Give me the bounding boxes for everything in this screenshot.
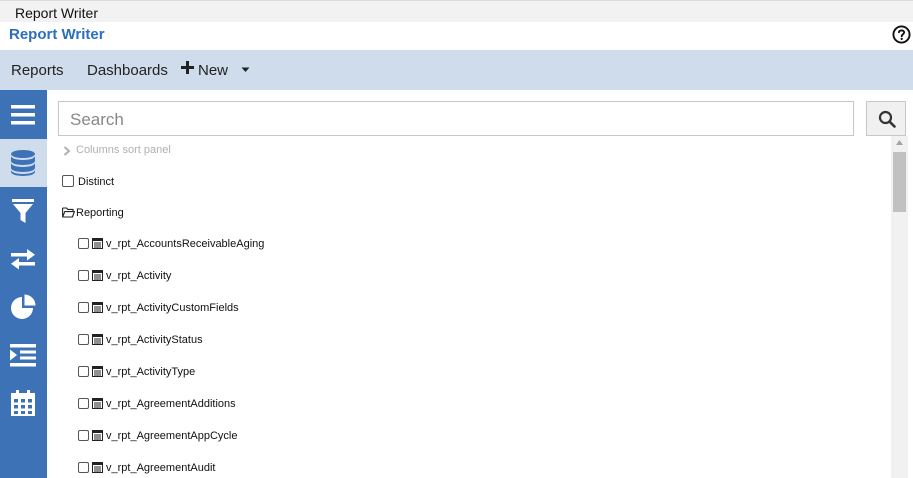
reporting-folder-label: Reporting — [76, 207, 124, 219]
search-input[interactable]: Search — [58, 101, 854, 136]
table-list-item[interactable]: v_rpt_AgreementAudit — [78, 460, 858, 476]
database-icon — [11, 150, 35, 176]
table-list-item[interactable]: v_rpt_AgreementAppCycle — [78, 428, 858, 444]
plus-icon — [181, 61, 194, 74]
folder-open-icon — [62, 207, 75, 218]
table-icon — [92, 366, 103, 377]
swap-arrows-icon — [11, 249, 35, 270]
distinct-checkbox[interactable] — [62, 175, 74, 187]
table-icon — [92, 302, 103, 313]
sidebar-joins-button[interactable] — [0, 235, 47, 283]
search-button[interactable] — [866, 101, 906, 136]
table-icon — [92, 430, 103, 441]
table-name: v_rpt_AccountsReceivableAging — [106, 238, 265, 250]
caret-down-icon[interactable] — [241, 65, 250, 74]
new-button-label: New — [198, 62, 229, 79]
table-icon — [92, 462, 103, 473]
table-checkbox[interactable] — [78, 334, 89, 345]
table-icon — [92, 334, 103, 345]
search-icon — [878, 110, 896, 128]
app-title: Report Writer — [9, 26, 105, 43]
filter-icon — [12, 199, 34, 223]
sidebar-data-sources-button[interactable] — [0, 139, 47, 187]
sidebar-filters-button[interactable] — [0, 187, 47, 235]
sidebar-schedule-button[interactable] — [0, 379, 47, 427]
window-title: Report Writer — [15, 5, 98, 21]
table-icon — [92, 238, 103, 249]
hamburger-menu-icon — [11, 105, 35, 125]
distinct-label: Distinct — [78, 176, 115, 188]
data-sources-panel: Search Columns sort panel Distinct Repor… — [47, 90, 913, 478]
table-name: v_rpt_ActivityCustomFields — [106, 302, 239, 314]
table-name: v_rpt_ActivityStatus — [106, 334, 203, 346]
table-checkbox[interactable] — [78, 366, 89, 377]
table-list-item[interactable]: v_rpt_Activity — [78, 268, 858, 284]
table-list-item[interactable]: v_rpt_AgreementAdditions — [78, 396, 858, 412]
table-checkbox[interactable] — [78, 302, 89, 313]
table-list-item[interactable]: v_rpt_ActivityStatus — [78, 332, 858, 348]
table-checkbox[interactable] — [78, 238, 89, 249]
search-placeholder: Search — [70, 110, 124, 129]
scroll-up-arrow-icon[interactable] — [896, 140, 903, 145]
table-icon — [92, 270, 103, 281]
sidebar-charts-button[interactable] — [0, 283, 47, 331]
table-name: v_rpt_Activity — [106, 270, 172, 282]
table-name: v_rpt_AgreementAudit — [106, 462, 216, 474]
window-titlebar: Report Writer — [0, 0, 913, 22]
sidebar-menu-button[interactable] — [0, 91, 47, 139]
table-list-item[interactable]: v_rpt_AccountsReceivableAging — [78, 236, 858, 252]
table-icon — [92, 398, 103, 409]
reports-menu-item[interactable]: Reports — [11, 62, 64, 79]
table-checkbox[interactable] — [78, 270, 89, 281]
indent-list-icon — [10, 344, 36, 367]
table-list-item[interactable]: v_rpt_ActivityCustomFields — [78, 300, 858, 316]
table-list-item[interactable]: v_rpt_ActivityType — [78, 364, 858, 380]
table-checkbox[interactable] — [78, 430, 89, 441]
chevron-right-icon — [63, 146, 71, 156]
pie-chart-icon — [11, 294, 36, 319]
table-name: v_rpt_AgreementAppCycle — [106, 430, 238, 442]
question-circle-icon[interactable] — [892, 25, 911, 44]
app-header: Report Writer — [0, 22, 913, 50]
sidebar-grouping-button[interactable] — [0, 331, 47, 379]
calendar-icon — [11, 390, 35, 416]
table-name: v_rpt_ActivityType — [106, 366, 196, 378]
left-sidebar — [0, 90, 47, 478]
table-checkbox[interactable] — [78, 398, 89, 409]
scrollbar-thumb[interactable] — [893, 152, 906, 212]
table-checkbox[interactable] — [78, 462, 89, 473]
columns-sort-panel-label: Columns sort panel — [76, 144, 171, 156]
table-name: v_rpt_AgreementAdditions — [106, 398, 236, 410]
main-menubar: Reports Dashboards New — [0, 50, 913, 90]
dashboards-menu-item[interactable]: Dashboards — [87, 62, 168, 79]
vertical-scrollbar[interactable] — [891, 136, 908, 478]
